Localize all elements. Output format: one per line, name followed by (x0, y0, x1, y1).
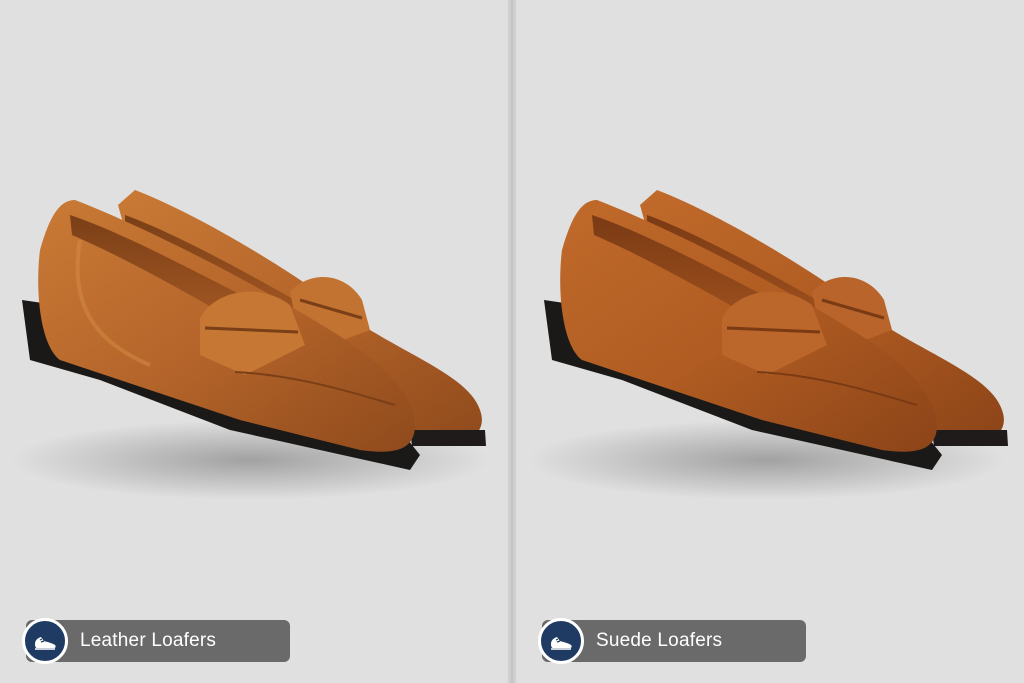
suede-label-text: Suede Loafers (596, 630, 723, 651)
leather-label: Leather Loafers (22, 618, 290, 664)
panel-divider (508, 0, 516, 683)
suede-loafers-image (526, 190, 1008, 500)
suede-panel: Suede Loafers (516, 0, 1024, 683)
suede-label: Suede Loafers (538, 618, 806, 664)
shoe-icon (22, 618, 68, 664)
leather-label-text: Leather Loafers (80, 630, 217, 651)
leather-panel: Leather Loafers (0, 0, 508, 683)
leather-loafers-image (10, 190, 490, 500)
shoe-icon (538, 618, 584, 664)
comparison-image: Leather Loafers Suede Loafers (0, 0, 1024, 683)
